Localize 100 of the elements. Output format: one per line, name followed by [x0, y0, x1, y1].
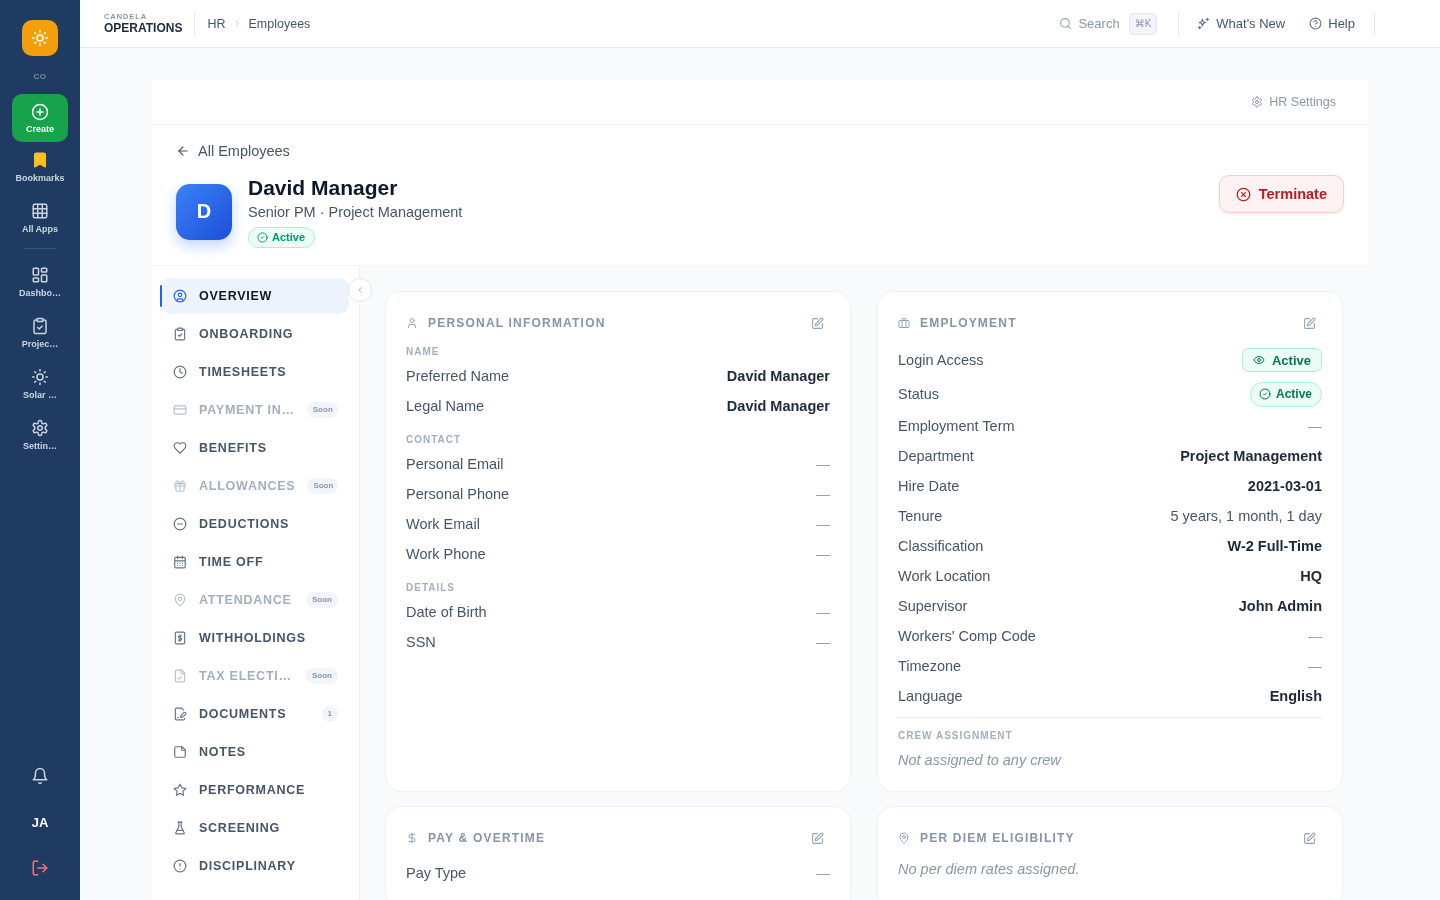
sidebar-item[interactable]: Projec… — [2, 308, 78, 359]
field-label: Work Email — [406, 516, 480, 532]
empty-value: — — [1308, 658, 1322, 674]
breadcrumb-link[interactable]: HR — [207, 16, 226, 31]
clipboard-check-icon — [31, 317, 49, 335]
empty-value: — — [1308, 418, 1322, 434]
employee-avatar: D — [176, 183, 232, 240]
alert-circle-icon — [173, 859, 187, 873]
field-label: Status — [898, 386, 940, 402]
employee-name: David Manager — [248, 175, 398, 201]
edit-button[interactable] — [1303, 316, 1316, 330]
star-icon — [173, 783, 187, 797]
nav-item[interactable]: PERFORMANCE — [160, 772, 349, 808]
search-icon — [1059, 17, 1073, 30]
field-label: Legal Name — [406, 398, 485, 414]
brand-name: OPERATIONS — [104, 21, 183, 35]
field-label: Tenure — [898, 508, 943, 524]
field-label: Timezone — [898, 658, 962, 674]
eye-icon — [1252, 354, 1265, 366]
edit-icon — [1303, 316, 1316, 330]
field-label: Work Phone — [406, 546, 486, 562]
briefcase-icon — [898, 317, 910, 329]
status-label: Active — [272, 231, 306, 244]
field-value: David Manager — [726, 368, 830, 384]
field-label: Login Access — [898, 352, 984, 368]
sidebar-item[interactable]: All Apps — [2, 193, 78, 244]
logout-icon — [31, 859, 49, 877]
card-title: PER DIEM ELIGIBILITY — [920, 831, 1075, 845]
edit-icon — [1303, 831, 1316, 845]
nav-badge: Soon — [306, 668, 338, 684]
header-link[interactable]: What's New — [1197, 16, 1286, 31]
nav-item[interactable]: TIMESHEETS — [160, 354, 349, 390]
field-label: Supervisor — [898, 598, 968, 614]
user-circle-icon — [173, 289, 187, 303]
field-label: Pay Type — [406, 865, 467, 881]
header-link[interactable]: Help — [1309, 16, 1355, 31]
gear-icon — [31, 419, 49, 437]
chevron-left-icon — [355, 285, 365, 295]
nav-item[interactable]: TIME OFF — [160, 544, 349, 580]
flask-icon — [173, 821, 187, 835]
field-value: 5 years, 1 month, 1 day — [1170, 508, 1322, 524]
company-initials: CO — [33, 71, 47, 83]
map-pin-icon — [898, 832, 910, 844]
profile-button[interactable]: JA — [22, 804, 58, 840]
sun-icon — [31, 368, 49, 386]
file-pen-icon — [173, 707, 187, 721]
field-value: HQ — [1300, 568, 1322, 584]
back-link[interactable]: All Employees — [176, 141, 290, 161]
breadcrumb-current: Employees — [248, 16, 311, 31]
clipboard-check-icon — [173, 327, 187, 341]
sparkles-icon — [1197, 17, 1211, 30]
sidebar-item[interactable]: Settin… — [2, 410, 78, 461]
field-value: English — [1269, 688, 1322, 704]
nav-item[interactable]: NOTES — [160, 734, 349, 770]
nav-item[interactable]: BENEFITS — [160, 430, 349, 466]
sidebar-item[interactable]: Solar … — [2, 359, 78, 410]
field-value: W-2 Full-Time — [1227, 538, 1322, 554]
nav-item[interactable]: DISCIPLINARY — [160, 848, 349, 884]
section-label: CONTACT — [406, 433, 463, 447]
sidebar-item[interactable]: Bookmarks — [2, 142, 78, 193]
nav-item[interactable]: ONBOARDING — [160, 316, 349, 352]
edit-button[interactable] — [811, 831, 824, 845]
gift-icon — [173, 479, 187, 493]
section-label: CREW ASSIGNMENT — [898, 729, 1014, 743]
nav-item[interactable]: SCREENING — [160, 810, 349, 846]
field-value: David Manager — [726, 398, 830, 414]
employee-subtitle: Senior PM · Project Management — [248, 203, 463, 222]
map-pin-icon — [173, 593, 187, 607]
empty-value: — — [816, 456, 830, 472]
empty-value: — — [816, 486, 830, 502]
field-label: Language — [898, 688, 963, 704]
field-value: Project Management — [1180, 448, 1322, 464]
field-label: Personal Phone — [406, 486, 510, 502]
dollar-icon — [406, 832, 418, 844]
field-label: Department — [898, 448, 974, 464]
field-label: Personal Email — [406, 456, 504, 472]
edit-button[interactable] — [1303, 831, 1316, 845]
sidebar-item[interactable]: Dashbo… — [2, 257, 78, 308]
nav-badge: Soon — [306, 402, 338, 418]
bell-icon — [31, 767, 49, 785]
nav-item[interactable]: DEDUCTIONS — [160, 506, 349, 542]
dollar-document-icon — [173, 631, 187, 645]
field-label: Preferred Name — [406, 368, 510, 384]
field-label: Classification — [898, 538, 984, 554]
nav-badge: Soon — [307, 478, 338, 494]
edit-icon — [811, 316, 824, 330]
shortcut-key: ⌘K — [1128, 12, 1158, 35]
heart-icon — [173, 441, 187, 455]
edit-button[interactable] — [811, 316, 824, 330]
file-check-icon — [173, 669, 187, 683]
terminate-button[interactable]: Terminate — [1218, 175, 1344, 213]
help-circle-icon — [1309, 17, 1323, 30]
gear-icon — [1251, 96, 1264, 108]
field-label: Work Location — [898, 568, 991, 584]
nav-item[interactable]: WITHHOLDINGS — [160, 620, 349, 656]
layout-icon — [31, 266, 49, 284]
nav-item[interactable]: DOCUMENTS 1 — [160, 696, 349, 732]
edit-icon — [811, 831, 824, 845]
field-value: 2021-03-01 — [1247, 478, 1322, 494]
nav-item[interactable]: OVERVIEW — [160, 278, 349, 314]
